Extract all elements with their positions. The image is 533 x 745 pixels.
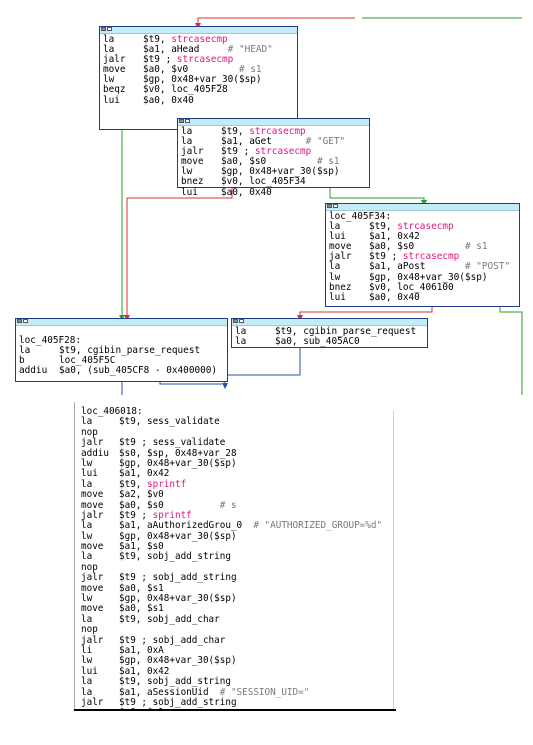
operands: $t9, sobj_add_string [119, 676, 231, 688]
code-listing: loc_406018: la $t9, sess_validate nop jalr $t… [75, 402, 401, 710]
code-listing: la $t9, strcasecmp la $a1, aHead # "HEAD" ja… [100, 34, 297, 106]
block-header [100, 27, 297, 34]
instruction-row: la $t9, sobj_add_string [81, 551, 401, 563]
block-post-check[interactable]: loc_405F34: la $t9, strcasecmp lui $a1, 0x42… [325, 203, 520, 307]
mnemonic: addiu [19, 365, 48, 377]
instruction-row: beqz $v0, loc_405F28 [103, 85, 295, 95]
text-view-icon [23, 319, 28, 323]
mnemonic: move [81, 489, 104, 501]
graph-view-icon [179, 119, 184, 123]
operands: $a0, (sub_405CF8 - 0x400000) [59, 365, 218, 377]
instruction-row: bnez $v0, loc_406100 [329, 282, 517, 293]
graph-view-icon [17, 319, 22, 323]
code-listing: loc_405F34: la $t9, strcasecmp lui $a1, 0x42… [326, 211, 519, 303]
block-header [178, 119, 369, 126]
text-view-icon [107, 27, 112, 31]
text-view-icon [239, 319, 244, 323]
comment: # "AUTHORIZED_GROUP=%d" [242, 520, 383, 532]
text-view-icon [185, 119, 190, 123]
instruction-row: la $t9, sess_validate [81, 416, 401, 428]
instruction-row: bnez $v0, loc_405F34 [181, 177, 367, 187]
instruction-row: la $t9, strcasecmp [329, 221, 517, 232]
instruction-row: la $a0, sub_405AC0 [235, 336, 425, 348]
block-header [232, 319, 427, 326]
block-head-check[interactable]: la $t9, strcasecmp la $a1, aHead # "HEAD" ja… [99, 26, 298, 130]
edge-ac0-merge [222, 348, 301, 389]
edge-get-to-f28 [124, 188, 233, 321]
mnemonic: lui [103, 94, 120, 106]
edge-post-right [499, 307, 523, 395]
mnemonic: la [19, 345, 31, 357]
mnemonic: lui [329, 291, 346, 303]
instruction-row: lui $a0, 0x40 [181, 186, 367, 198]
operands: $t9 ; sess_validate [119, 437, 226, 449]
instruction-row: addiu $a0, (sub_405CF8 - 0x400000) [19, 366, 225, 376]
operands: $a0, 0x40 [369, 291, 420, 303]
operands: $a0, 0x40 [221, 186, 272, 198]
mnemonic: la [81, 676, 93, 688]
edge-into-head [195, 17, 355, 29]
operands: $t9, sess_validate [119, 416, 220, 428]
panel-bottom-border [74, 709, 396, 711]
operands: $t9, sobj_add_char [119, 613, 220, 625]
code-listing: loc_405F28: la $t9, cgibin_parse_request b l… [16, 326, 227, 376]
edge-post-to-ac0 [297, 307, 433, 321]
code-listing: la $t9, cgibin_parse_request la $a0, sub_40… [232, 326, 427, 347]
graph-view-icon [233, 319, 238, 323]
instruction-row: la $t9, sobj_add_string [81, 676, 401, 688]
instruction-row: lui $a0, 0x40 [103, 94, 295, 106]
panel-divider [393, 410, 394, 710]
block-loc-405f28[interactable]: loc_405F28: la $t9, cgibin_parse_request b l… [15, 318, 228, 382]
operands: $t9, sobj_add_string [119, 551, 231, 563]
mnemonic: lui [181, 186, 198, 198]
block-get-check[interactable]: la $t9, strcasecmp la $a1, aGet # "GET" jalr… [177, 118, 370, 197]
block-header [16, 319, 227, 326]
instruction-row: lui $a0, 0x40 [329, 291, 517, 303]
edge-head-to-f28-green [119, 109, 181, 321]
text-view-icon [333, 204, 338, 208]
mnemonic: la [235, 336, 247, 348]
instruction-row: move $a2, $v0 [81, 489, 401, 501]
graph-view-icon [101, 27, 106, 31]
instruction-row: jalr $t9 ; sess_validate [81, 437, 401, 449]
code-listing: la $t9, strcasecmp la $a1, aGet # "GET" jalr… [178, 126, 369, 198]
operands: $a2, $v0 [119, 489, 164, 501]
disassembly-panel-loc-406018[interactable]: loc_406018: la $t9, sess_validate nop jalr $t… [74, 402, 401, 710]
block-header [326, 204, 519, 211]
instruction-row: la $t9, cgibin_parse_request [19, 345, 225, 357]
block-sub-405ac0[interactable]: la $t9, cgibin_parse_request la $a0, sub_40… [231, 318, 428, 348]
edge-f28-merge [159, 382, 222, 385]
operands: $a0, 0x40 [143, 94, 194, 106]
graph-view-icon [327, 204, 332, 208]
instruction-row: la $t9, sobj_add_char [81, 613, 401, 625]
mnemonic: jalr [81, 437, 104, 449]
operands: $a0, sub_405AC0 [275, 336, 360, 348]
